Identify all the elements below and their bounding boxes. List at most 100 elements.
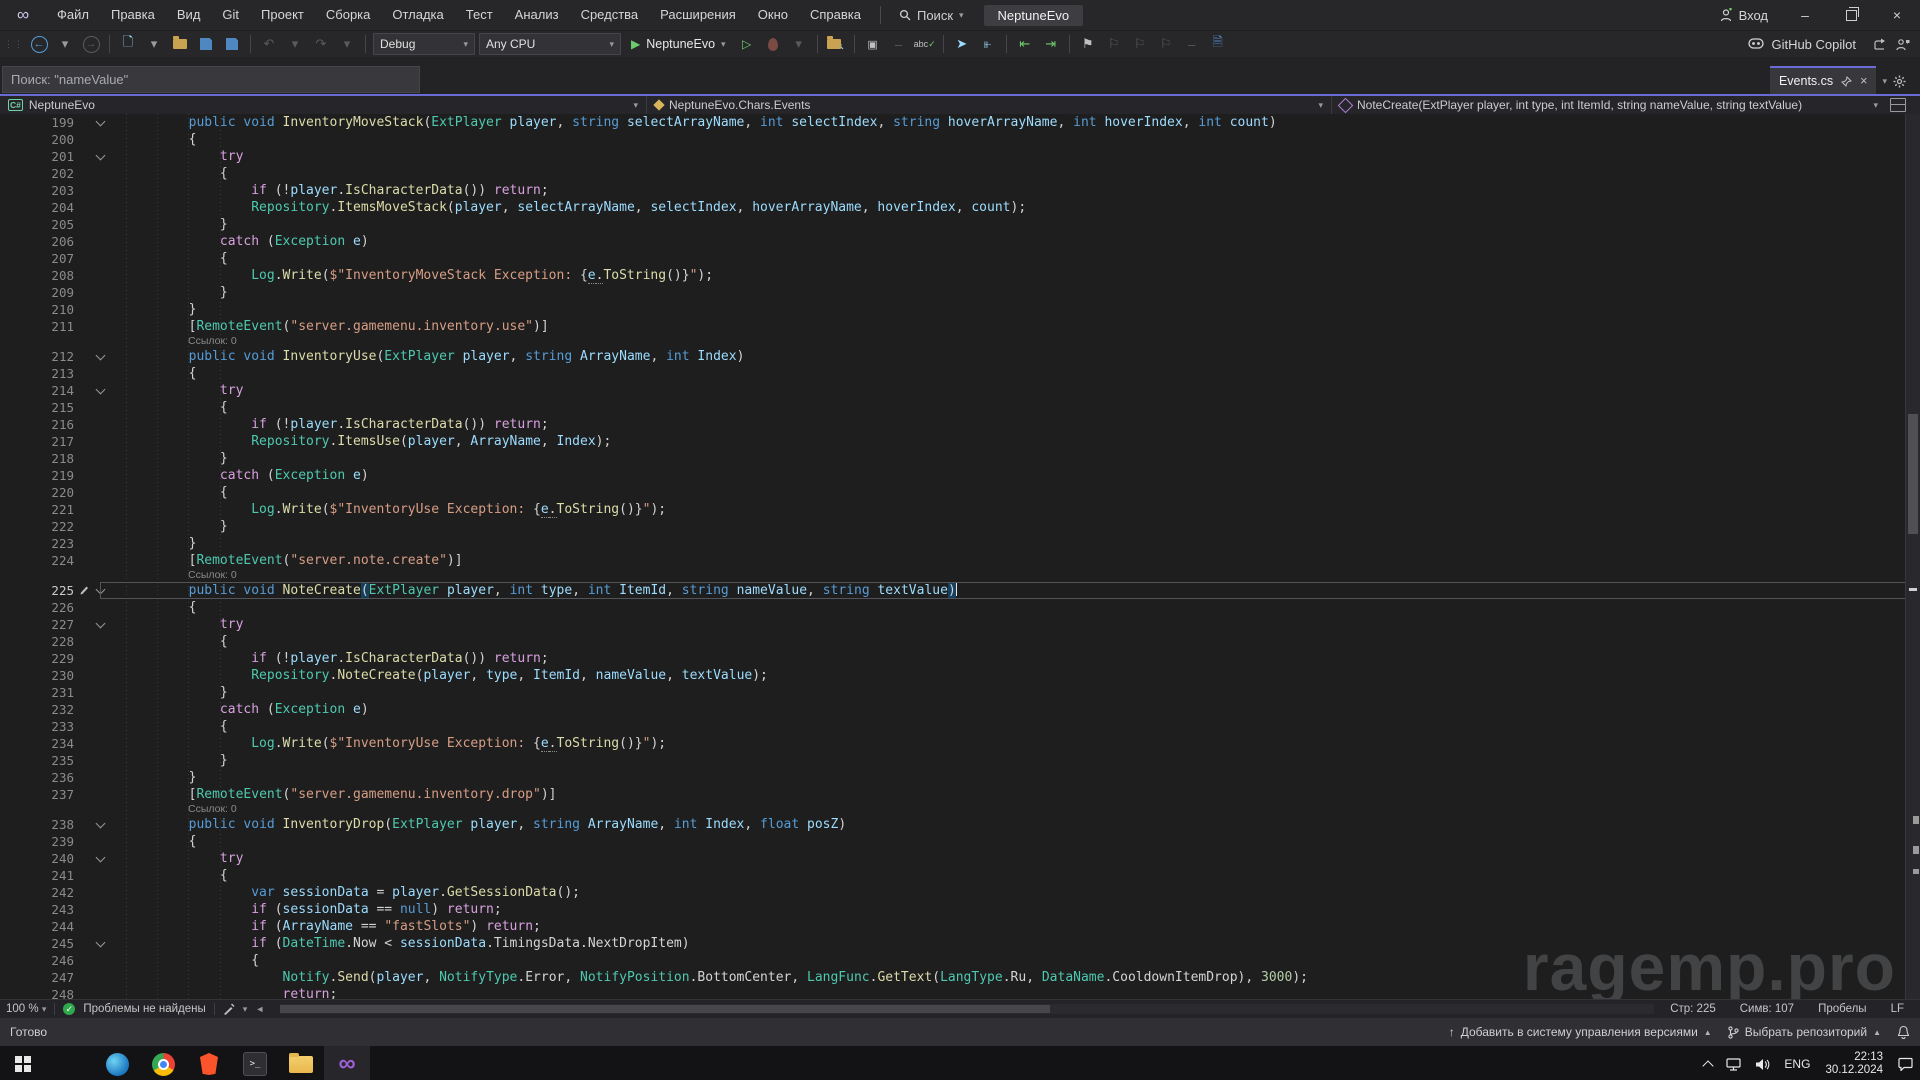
select-repository-button[interactable]: Выбрать репозиторий ▲ [1728,1025,1881,1039]
menu-item-6[interactable]: Сборка [315,0,382,30]
new-item-dropdown[interactable]: ▾ [143,33,165,55]
code-line-224[interactable]: 224 [RemoteEvent("server.note.create")] [0,552,1920,569]
code-line-230[interactable]: 230 Repository.NoteCreate(player, type, … [0,667,1920,684]
code-line-209[interactable]: 209 } [0,284,1920,301]
menu-item-13[interactable]: Справка [799,0,872,30]
spell-check-button[interactable]: abc✓ [914,33,936,55]
code-line-212[interactable]: 212 public void InventoryUse(ExtPlayer p… [0,348,1920,365]
code-cleanup-icon[interactable] [223,1003,235,1015]
platform-select[interactable]: Any CPU▾ [479,33,621,55]
status-line-number[interactable]: Стр: 225 [1670,1003,1716,1015]
close-tab-icon[interactable]: × [1860,74,1867,88]
code-line-240[interactable]: 240 try [0,850,1920,867]
type-dropdown[interactable]: NeptuneEvo.Chars.Events ▾ [647,96,1332,114]
menu-item-1[interactable]: Файл [46,0,100,30]
tab-list-dropdown[interactable]: ▾ [1882,68,1887,94]
code-line-216[interactable]: 216 if (!player.IsCharacterData()) retur… [0,416,1920,433]
go-to-definition-button[interactable]: ➤ [951,33,973,55]
toggle-bookmark-button[interactable]: ⚑ [1077,33,1099,55]
scroll-left-arrow[interactable]: ◄ [255,1004,264,1014]
code-line-211[interactable]: 211 [RemoteEvent("server.gamemenu.invent… [0,318,1920,335]
code-cleanup-dropdown[interactable]: ▾ [243,1004,248,1015]
code-line-236[interactable]: 236 } [0,769,1920,786]
menu-item-12[interactable]: Окно [747,0,799,30]
code-line-243[interactable]: 243 if (sessionData == null) return; [0,901,1920,918]
code-line-205[interactable]: 205 } [0,216,1920,233]
code-line-208[interactable]: 208 Log.Write($"InventoryMoveStack Excep… [0,267,1920,284]
new-item-button[interactable]: 🗋 [117,33,139,55]
save-button[interactable] [195,33,217,55]
codelens-references[interactable]: Ссылок: 0 [0,335,1920,348]
close-button[interactable]: × [1874,0,1920,30]
find-search-box[interactable]: Поиск: "nameValue" [2,66,420,93]
tray-language-indicator[interactable]: ENG [1777,1046,1817,1080]
health-status-label[interactable]: Проблемы не найдены [83,1003,205,1015]
code-line-207[interactable]: 207 { [0,250,1920,267]
undo-button[interactable]: ↶ [258,33,280,55]
hot-reload-button[interactable] [762,33,784,55]
structure-visualizer-button[interactable]: ⫦ [977,33,999,55]
code-line-220[interactable]: 220 { [0,484,1920,501]
code-line-229[interactable]: 229 if (!player.IsCharacterData()) retur… [0,650,1920,667]
horizontal-scrollbar-thumb[interactable] [280,1005,1049,1013]
split-editor-icon[interactable] [1890,98,1906,112]
scrollbar-thumb[interactable] [1908,414,1918,534]
code-line-219[interactable]: 219 catch (Exception e) [0,467,1920,484]
start-without-debugging-button[interactable]: ▷ [736,33,758,55]
project-dropdown[interactable]: C# NeptuneEvo ▾ [0,96,647,114]
taskbar-edge-icon[interactable] [94,1046,140,1080]
notifications-bell-icon[interactable] [1897,1025,1910,1039]
tray-hidden-icons-chevron[interactable] [1697,1046,1719,1080]
menu-item-3[interactable]: Вид [166,0,212,30]
code-line-200[interactable]: 200 { [0,131,1920,148]
code-line-235[interactable]: 235 } [0,752,1920,769]
code-line-233[interactable]: 233 { [0,718,1920,735]
code-line-223[interactable]: 223 } [0,535,1920,552]
document-outline-button[interactable]: 🗎 [1207,33,1229,55]
taskbar-terminal-icon[interactable]: >_ [232,1046,278,1080]
taskbar-chrome-icon[interactable] [140,1046,186,1080]
code-line-231[interactable]: 231 } [0,684,1920,701]
tray-clock[interactable]: 22:13 30.12.2024 [1817,1051,1891,1077]
feedback-person-icon[interactable] [1895,38,1910,51]
code-line-221[interactable]: 221 Log.Write($"InventoryUse Exception: … [0,501,1920,518]
code-line-228[interactable]: 228 { [0,633,1920,650]
code-line-227[interactable]: 227 try [0,616,1920,633]
taskbar-brave-icon[interactable] [186,1046,232,1080]
menu-item-2[interactable]: Правка [100,0,166,30]
code-editor[interactable]: 199 public void InventoryMoveStack(ExtPl… [0,114,1920,999]
fold-chevron-icon[interactable] [88,582,112,599]
find-in-window-button[interactable]: ▣ [862,33,884,55]
taskbar-visual-studio-icon[interactable]: ∞ [324,1046,370,1080]
menu-item-5[interactable]: Проект [250,0,315,30]
previous-bookmark-button[interactable]: ⚐ [1103,33,1125,55]
code-line-218[interactable]: 218 } [0,450,1920,467]
open-file-button[interactable] [169,33,191,55]
code-line-214[interactable]: 214 try [0,382,1920,399]
code-line-202[interactable]: 202 { [0,165,1920,182]
code-line-210[interactable]: 210 } [0,301,1920,318]
navigate-back-button[interactable]: ← [28,33,50,55]
code-line-225[interactable]: 225 public void NoteCreate(ExtPlayer pla… [0,582,1920,599]
code-line-203[interactable]: 203 if (!player.IsCharacterData()) retur… [0,182,1920,199]
search-menu-button[interactable]: Поиск ▾ [889,3,974,27]
fold-chevron-icon[interactable] [88,935,112,952]
codelens-references[interactable]: Ссылок: 0 [0,569,1920,582]
restore-button[interactable] [1828,0,1874,30]
find-in-files-button[interactable] [825,33,847,55]
add-to-source-control-button[interactable]: ↑ Добавить в систему управления версиями… [1449,1025,1712,1039]
code-line-242[interactable]: 242 var sessionData = player.GetSessionD… [0,884,1920,901]
code-line-201[interactable]: 201 try [0,148,1920,165]
zoom-level-select[interactable]: 100 % ▾ [6,1003,46,1015]
fold-chevron-icon[interactable] [88,382,112,399]
fold-chevron-icon[interactable] [88,348,112,365]
code-line-238[interactable]: 238 public void InventoryDrop(ExtPlayer … [0,816,1920,833]
code-line-222[interactable]: 222 } [0,518,1920,535]
status-column-number[interactable]: Симв: 107 [1740,1003,1794,1015]
redo-button[interactable]: ↷ [310,33,332,55]
fold-chevron-icon[interactable] [88,850,112,867]
code-line-234[interactable]: 234 Log.Write($"InventoryUse Exception: … [0,735,1920,752]
code-line-226[interactable]: 226 { [0,599,1920,616]
fold-chevron-icon[interactable] [88,616,112,633]
minimize-button[interactable]: – [1782,0,1828,30]
